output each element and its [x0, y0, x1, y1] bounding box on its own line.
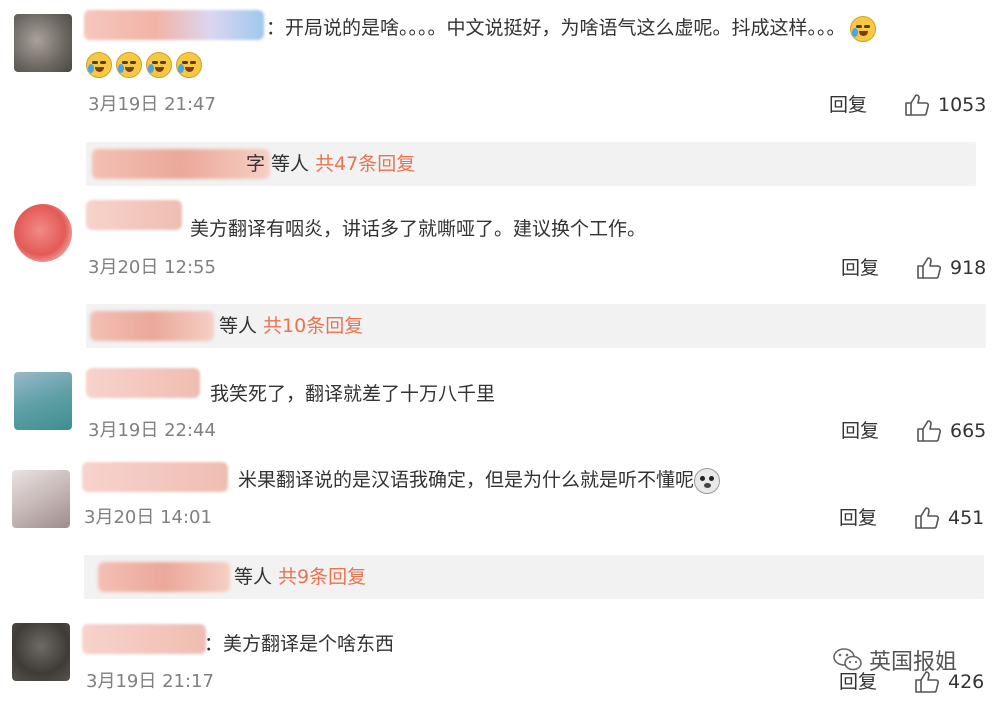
thumbs-up-icon: [915, 507, 940, 529]
replies-link[interactable]: 等人 共9条回复: [234, 564, 366, 590]
reply-button[interactable]: 回复: [841, 256, 879, 280]
username-blurred[interactable]: [82, 624, 206, 654]
avatar[interactable]: [14, 14, 72, 72]
avatar[interactable]: [14, 372, 72, 430]
username-blurred[interactable]: [84, 10, 264, 40]
reply-button[interactable]: 回复: [839, 506, 877, 530]
tears-of-joy-emoji: [116, 52, 142, 78]
tears-of-joy-emoji: [86, 52, 112, 78]
like-count: 918: [950, 257, 987, 279]
comment-time: 3月19日 21:47: [88, 94, 216, 115]
reply-button[interactable]: 回复: [841, 419, 879, 443]
like-button[interactable]: 918: [916, 256, 986, 280]
username-blurred[interactable]: [86, 200, 182, 230]
like-button[interactable]: 665: [916, 419, 986, 443]
comment-text: 米果翻译说的是汉语我确定，但是为什么就是听不懂呢: [238, 466, 721, 494]
like-count: 451: [948, 507, 985, 529]
replies-summary[interactable]: 字 等人 共47条回复: [86, 142, 976, 186]
watermark: 英国报姐: [833, 644, 957, 676]
replies-link[interactable]: 字 等人 共47条回复: [246, 151, 415, 177]
thumbs-up-icon: [905, 94, 930, 116]
thumbs-up-icon: [917, 257, 942, 279]
avatar[interactable]: [12, 470, 70, 528]
avatar[interactable]: [14, 204, 72, 262]
comment-time: 3月20日 14:01: [84, 507, 212, 528]
watermark-text: 英国报姐: [869, 650, 958, 675]
tears-of-joy-emoji: [849, 15, 876, 42]
like-count: 665: [950, 420, 987, 442]
thumbs-up-icon: [917, 420, 942, 442]
avatar[interactable]: [12, 623, 70, 681]
username-blurred[interactable]: [82, 462, 228, 492]
like-count: 1053: [938, 94, 987, 116]
replies-link[interactable]: 等人 共10条回复: [219, 313, 363, 339]
husky-emoji: [694, 467, 721, 494]
emoji-row: [86, 52, 206, 78]
comment-text: 美方翻译有咽炎，讲话多了就嘶哑了。建议换个工作。: [190, 218, 647, 240]
comment-text: 我笑死了，翻译就差了十万八千里: [210, 383, 496, 405]
comment-time: 3月20日 12:55: [88, 257, 216, 278]
comment-text: ：开局说的是啥。。。。中文说挺好，为啥语气这么虚呢。抖成这样。。。: [266, 14, 880, 42]
comment-time: 3月19日 21:17: [86, 671, 214, 692]
replies-summary[interactable]: 等人 共10条回复: [86, 304, 986, 348]
like-button[interactable]: 451: [914, 506, 984, 530]
reply-button[interactable]: 回复: [829, 93, 867, 117]
comment-time: 3月19日 22:44: [88, 420, 216, 441]
comment-text: ：美方翻译是个啥东西: [204, 633, 395, 655]
tears-of-joy-emoji: [146, 52, 172, 78]
replier-names-blurred: [90, 311, 214, 341]
like-button[interactable]: 1053: [904, 93, 986, 117]
username-blurred[interactable]: [86, 368, 200, 398]
wechat-icon: [833, 648, 862, 671]
replier-names-blurred: [98, 562, 230, 592]
replier-names-blurred: [92, 149, 270, 179]
replies-summary[interactable]: 等人 共9条回复: [84, 555, 984, 599]
tears-of-joy-emoji: [176, 52, 202, 78]
